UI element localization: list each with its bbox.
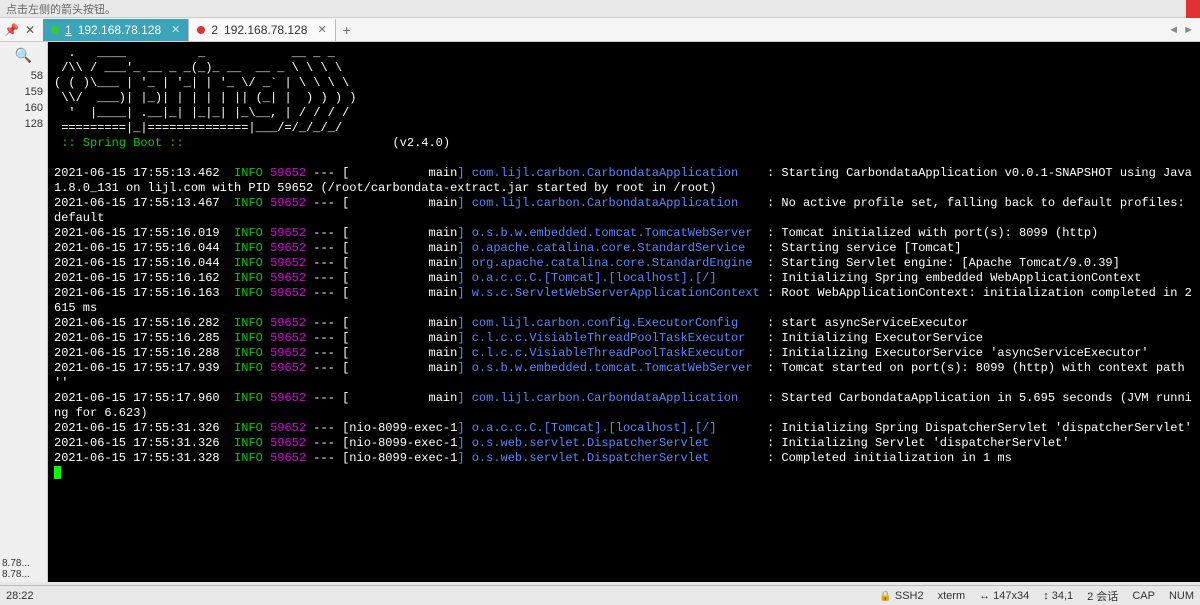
tab-bar-left-icons: 📌 ✕ xyxy=(4,23,35,37)
window-close-stripe[interactable] xyxy=(1186,0,1200,18)
rail-entry[interactable]: 58 xyxy=(0,68,47,84)
terminal-cursor xyxy=(54,466,61,479)
pin-icon[interactable]: 📌 xyxy=(4,23,19,37)
status-caps: CAP xyxy=(1132,590,1155,602)
left-sidebar: 🔍 58159160128 8.78...8.78... xyxy=(0,42,48,582)
tab-bar: 📌 ✕ 1 192.168.78.128 ✕ 2 192.168.78.128 ✕ + ◄… xyxy=(0,18,1200,42)
rail-entry[interactable]: 128 xyxy=(0,116,47,132)
session-tab-2[interactable]: 2 192.168.78.128 ✕ xyxy=(189,19,335,41)
rail-session-item[interactable]: 8.78... xyxy=(2,569,45,580)
lock-icon xyxy=(879,590,891,602)
hint-text: 点击左侧的箭头按钮。 xyxy=(6,1,116,17)
rail-entry[interactable]: 159 xyxy=(0,84,47,100)
top-hint-bar: 点击左侧的箭头按钮。 xyxy=(0,0,1200,18)
tab-close-icon[interactable]: ✕ xyxy=(317,23,326,36)
terminal-output[interactable]: . ____ _ __ _ _ /\\ / ___'_ __ _ _(_)_ _… xyxy=(48,42,1200,582)
close-all-icon[interactable]: ✕ xyxy=(25,23,35,37)
rail-entry[interactable]: 160 xyxy=(0,100,47,116)
status-ssh: SSH2 xyxy=(879,590,923,602)
tab-number: 2 xyxy=(211,23,218,37)
search-icon[interactable]: 🔍 xyxy=(0,42,47,68)
status-sessions: 2 会话 xyxy=(1087,588,1118,604)
status-time: 28:22 xyxy=(6,590,34,602)
tab-nav-arrows: ◄ ► xyxy=(1168,24,1194,36)
session-tab-1[interactable]: 1 192.168.78.128 ✕ xyxy=(43,19,189,41)
status-dot-icon xyxy=(51,26,59,34)
status-size: ↔ 147x34 xyxy=(979,590,1029,602)
rail-session-item[interactable]: 8.78... xyxy=(2,558,45,569)
tab-label: 192.168.78.128 xyxy=(78,23,161,37)
tab-prev-icon[interactable]: ◄ xyxy=(1168,24,1179,36)
new-tab-button[interactable]: + xyxy=(336,19,358,41)
status-bar: 28:22 SSH2 xterm ↔ 147x34 ↕ 34,1 2 会话 CA… xyxy=(0,585,1200,605)
status-num: NUM xyxy=(1169,590,1194,602)
tab-close-icon[interactable]: ✕ xyxy=(171,23,180,36)
status-term: xterm xyxy=(938,590,966,602)
tab-label: 192.168.78.128 xyxy=(224,23,307,37)
tab-number: 1 xyxy=(65,23,72,37)
status-pos: ↕ 34,1 xyxy=(1043,590,1073,602)
tab-next-icon[interactable]: ► xyxy=(1183,24,1194,36)
status-dot-icon xyxy=(197,26,205,34)
